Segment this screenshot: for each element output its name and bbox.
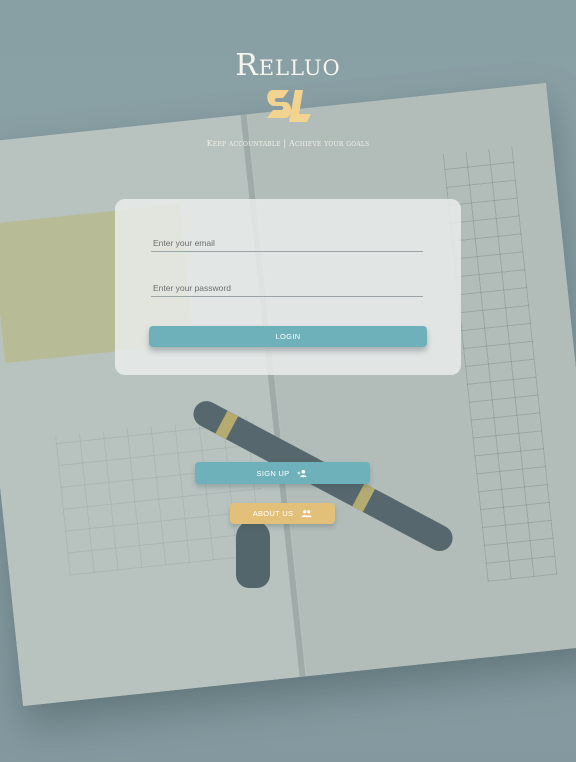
about-us-button[interactable]: ABOUT US <box>230 503 335 524</box>
app-logo <box>267 90 311 122</box>
email-field-wrapper <box>151 233 427 252</box>
login-button[interactable]: LOGIN <box>149 326 427 347</box>
email-field[interactable] <box>151 234 427 252</box>
add-user-icon <box>298 469 308 477</box>
signup-label: SIGN UP <box>256 468 290 478</box>
app-tagline: Keep accountable | Achieve your goals <box>206 139 370 148</box>
password-field-wrapper <box>151 278 427 297</box>
about-us-label: ABOUT US <box>252 509 294 518</box>
group-icon <box>301 510 312 518</box>
login-card: LOGIN <box>115 199 461 375</box>
app-title: Relluo <box>235 48 341 83</box>
signup-button[interactable]: SIGN UP <box>195 462 370 484</box>
password-field[interactable] <box>151 279 427 297</box>
